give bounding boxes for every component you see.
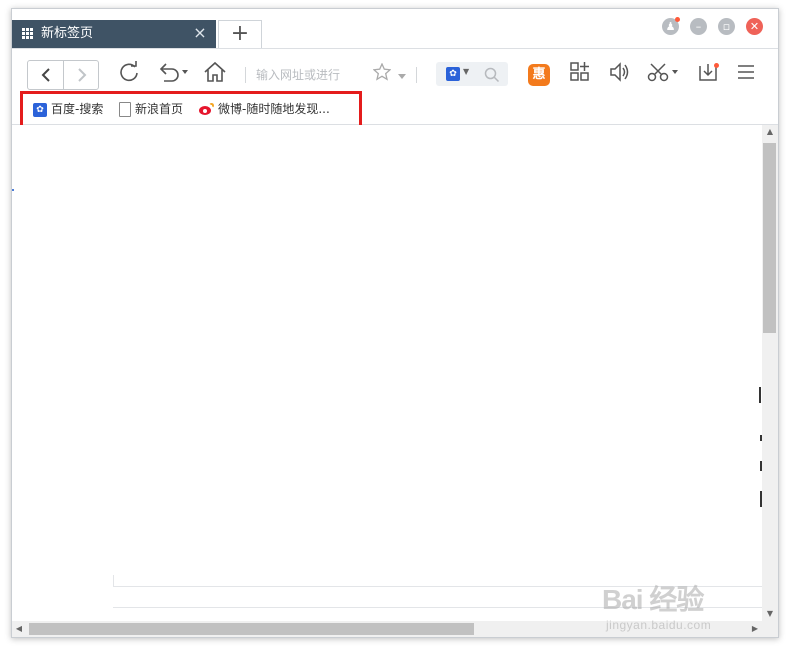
page-content	[12, 125, 762, 621]
tab-close-icon[interactable]: ×	[190, 23, 210, 43]
search-icon[interactable]	[484, 63, 500, 87]
highlight-annotation-box	[20, 91, 362, 128]
scroll-up-arrow-icon[interactable]: ▲	[762, 125, 778, 139]
engine-caret-down-icon[interactable]: ▼	[463, 67, 469, 76]
maximize-icon: ▫	[722, 20, 731, 33]
tab-title: 新标签页	[41, 26, 94, 41]
address-dropdown-button[interactable]	[396, 61, 408, 87]
undo-close-button[interactable]	[155, 61, 191, 87]
sound-button[interactable]	[607, 61, 631, 87]
forward-button[interactable]	[64, 61, 99, 89]
refresh-button[interactable]	[116, 61, 142, 87]
close-icon: ✕	[749, 20, 760, 33]
home-button[interactable]	[202, 61, 228, 87]
chevron-left-icon	[41, 68, 50, 82]
new-tab-button[interactable]: +	[218, 20, 262, 48]
watermark-url: jingyan.baidu.com	[606, 618, 712, 632]
refresh-icon	[120, 61, 138, 82]
skin-button[interactable]: ♟	[662, 17, 680, 35]
baidu-paw-icon: ✿	[446, 67, 460, 81]
search-box[interactable]: ✿ ▼	[436, 62, 508, 86]
home-icon	[204, 61, 226, 82]
minimize-button[interactable]: –	[690, 18, 707, 35]
browser-window: 新标签页 × + ♟ – ▫ ✕ 输入网址或进行 ✿ ▼ 惠 ✿ 百度-搜索 新…	[11, 8, 779, 638]
tab-new-tab[interactable]: 新标签页 ×	[12, 20, 216, 48]
scissors-icon	[647, 63, 678, 82]
undo-icon	[159, 63, 188, 82]
speaker-icon	[610, 62, 629, 82]
hamburger-menu-icon	[738, 65, 754, 79]
deals-button[interactable]: 惠	[528, 64, 550, 86]
address-input[interactable]	[256, 66, 360, 84]
favorite-star-button[interactable]	[372, 61, 392, 87]
apps-add-icon	[570, 62, 589, 81]
vertical-scrollbar[interactable]: ▲ ▼	[762, 125, 778, 621]
star-icon	[372, 62, 392, 81]
address-divider	[245, 67, 246, 83]
watermark-logo: Bai 经验	[602, 584, 704, 615]
side-tick	[759, 387, 761, 403]
maximize-button[interactable]: ▫	[718, 18, 735, 35]
caret-down-icon	[398, 74, 406, 79]
close-window-button[interactable]: ✕	[746, 18, 763, 35]
screenshot-button[interactable]	[645, 61, 683, 87]
navigation-toolbar: ✿ ▼ 惠	[12, 49, 778, 93]
menu-button[interactable]	[734, 61, 758, 87]
horizontal-scroll-thumb[interactable]	[29, 623, 474, 635]
tab-bar: 新标签页 × + ♟ – ▫ ✕	[12, 9, 778, 49]
notification-dot	[675, 17, 680, 22]
cursor-mark	[12, 189, 14, 191]
download-button[interactable]	[696, 61, 720, 87]
search-divider	[416, 67, 417, 83]
chevron-right-icon	[77, 68, 86, 82]
apps-button[interactable]	[568, 61, 592, 87]
vertical-scroll-thumb[interactable]	[763, 143, 776, 333]
minimize-icon: –	[695, 20, 702, 33]
download-notification-dot	[714, 63, 719, 68]
apps-grid-icon	[22, 28, 35, 40]
back-button[interactable]	[28, 61, 63, 89]
back-forward-group	[27, 60, 99, 90]
watermark: Bai 经验 jingyan.baidu.com	[600, 568, 780, 638]
scroll-left-arrow-icon[interactable]: ◀	[12, 621, 26, 637]
